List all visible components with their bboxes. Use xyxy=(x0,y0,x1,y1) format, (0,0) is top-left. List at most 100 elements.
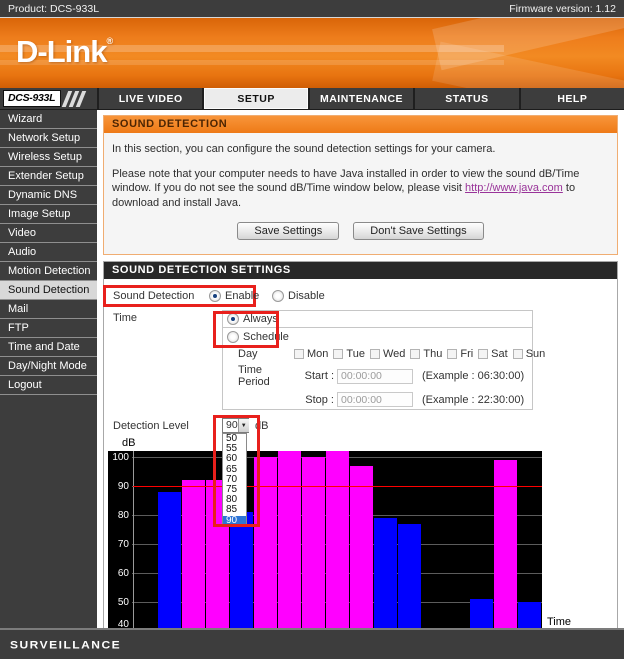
schedule-radio[interactable] xyxy=(227,331,239,343)
day-checkbox-wed[interactable] xyxy=(370,349,380,359)
tab-status[interactable]: STATUS xyxy=(413,88,518,109)
db-unit-label: dB xyxy=(255,418,268,432)
dlink-logo: D-Link® xyxy=(16,34,113,70)
schedule-label: Schedule xyxy=(243,331,289,343)
start-example: (Example : 06:30:00) xyxy=(422,370,524,382)
day-checkbox-tue[interactable] xyxy=(333,349,343,359)
bar-slot-15 xyxy=(494,451,518,628)
sidebar-item-extender-setup[interactable]: Extender Setup xyxy=(0,167,97,186)
day-checkbox-label: Tue xyxy=(346,348,365,360)
day-checkbox-mon[interactable] xyxy=(294,349,304,359)
day-item-mon: Mon xyxy=(294,348,328,360)
time-period-stop-row: Stop : (Example : 22:30:00) xyxy=(223,390,532,409)
day-item-thu: Thu xyxy=(410,348,442,360)
bar-slot-10 xyxy=(374,451,398,628)
bar-slot-13 xyxy=(446,451,470,628)
detection-level-dropdown: 505560657075808590 xyxy=(222,433,247,527)
sidebar-item-video[interactable]: Video xyxy=(0,224,97,243)
sidebar-item-ftp[interactable]: FTP xyxy=(0,319,97,338)
bar-slot-9 xyxy=(350,451,374,628)
bar-slot-14 xyxy=(470,451,494,628)
sidebar-item-time-and-date[interactable]: Time and Date xyxy=(0,338,97,357)
chart-bar xyxy=(278,451,301,628)
sidebar-item-image-setup[interactable]: Image Setup xyxy=(0,205,97,224)
sidebar: WizardNetwork SetupWireless SetupExtende… xyxy=(0,110,97,628)
chevron-down-icon[interactable]: ▼ xyxy=(238,419,249,432)
tab-maintenance[interactable]: MAINTENANCE xyxy=(308,88,413,109)
time-period-start-row: Time Period Start : (Example : 06:30:00) xyxy=(223,362,532,390)
main-area: WizardNetwork SetupWireless SetupExtende… xyxy=(0,110,624,628)
day-item-wed: Wed xyxy=(370,348,405,360)
detection-level-select[interactable]: 90 ▼ xyxy=(222,418,249,433)
bar-slot-0 xyxy=(134,451,158,628)
brand-banner: D-Link® xyxy=(0,18,624,88)
start-time-input[interactable] xyxy=(337,369,413,384)
sidebar-item-mail[interactable]: Mail xyxy=(0,300,97,319)
sound-detection-label: Sound Detection xyxy=(113,290,209,302)
stop-label: Stop : xyxy=(294,394,334,406)
sidebar-item-dynamic-dns[interactable]: Dynamic DNS xyxy=(0,186,97,205)
schedule-row: Schedule xyxy=(223,328,532,345)
detection-level-select-wrap: 90 ▼ 505560657075808590 xyxy=(222,418,249,433)
bar-slot-12 xyxy=(422,451,446,628)
sidebar-item-logout[interactable]: Logout xyxy=(0,376,97,395)
sidebar-item-audio[interactable]: Audio xyxy=(0,243,97,262)
day-checkbox-label: Sun xyxy=(526,348,546,360)
sidebar-item-sound-detection[interactable]: Sound Detection xyxy=(0,281,97,300)
detection-threshold-line xyxy=(133,486,542,487)
section-body: In this section, you can configure the s… xyxy=(104,133,617,254)
stop-time-input[interactable] xyxy=(337,392,413,407)
bar-slot-1 xyxy=(158,451,182,628)
sidebar-item-wizard[interactable]: Wizard xyxy=(0,110,97,129)
chart-bar xyxy=(398,524,421,628)
sidebar-item-motion-detection[interactable]: Motion Detection xyxy=(0,262,97,281)
ytick-label-90: 90 xyxy=(108,481,129,492)
sound-chart: 100908070605040 xyxy=(108,451,542,628)
chart-bars xyxy=(134,451,542,628)
ytick-label-60: 60 xyxy=(108,568,129,579)
tab-setup[interactable]: SETUP xyxy=(202,88,307,109)
day-item-fri: Fri xyxy=(447,348,473,360)
disable-radio[interactable] xyxy=(272,290,284,302)
chart-bar xyxy=(254,457,277,628)
always-radio[interactable] xyxy=(227,313,239,325)
firmware-label: Firmware version: 1.12 xyxy=(509,3,616,15)
ytick-label-50: 50 xyxy=(108,597,129,608)
day-checkbox-thu[interactable] xyxy=(410,349,420,359)
day-checkbox-fri[interactable] xyxy=(447,349,457,359)
chart-bar xyxy=(350,466,373,628)
section-sound-detection-settings: SOUND DETECTION SETTINGS Sound Detection… xyxy=(103,261,618,628)
dont-save-settings-button[interactable]: Don't Save Settings xyxy=(353,222,483,240)
day-checkbox-label: Mon xyxy=(307,348,328,360)
bar-slot-2 xyxy=(182,451,206,628)
day-checkbox-sat[interactable] xyxy=(478,349,488,359)
day-checkbox-label: Thu xyxy=(423,348,442,360)
chart-bar xyxy=(470,599,493,628)
surveillance-brand: SURVEILLANCE xyxy=(10,638,121,651)
ytick-label-40: 40 xyxy=(108,619,129,628)
tab-help[interactable]: HELP xyxy=(519,88,624,109)
day-checkbox-sun[interactable] xyxy=(513,349,523,359)
enable-radio[interactable] xyxy=(209,290,221,302)
day-list: Mon Tue Wed Thu Fri Sat Sun xyxy=(294,348,550,360)
stop-example: (Example : 22:30:00) xyxy=(422,394,524,406)
day-item-sat: Sat xyxy=(478,348,508,360)
settings-title: SOUND DETECTION SETTINGS xyxy=(104,262,617,279)
time-row: Time Always Schedule xyxy=(110,310,613,410)
section-title: SOUND DETECTION xyxy=(104,116,617,133)
day-checkbox-label: Sat xyxy=(491,348,508,360)
day-item-tue: Tue xyxy=(333,348,365,360)
sidebar-item-wireless-setup[interactable]: Wireless Setup xyxy=(0,148,97,167)
nav-bar: DCS-933L LIVE VIDEOSETUPMAINTENANCESTATU… xyxy=(0,88,624,110)
save-settings-button[interactable]: Save Settings xyxy=(237,222,339,240)
sidebar-item-network-setup[interactable]: Network Setup xyxy=(0,129,97,148)
sidebar-item-day-night-mode[interactable]: Day/Night Mode xyxy=(0,357,97,376)
intro-text: In this section, you can configure the s… xyxy=(112,142,609,157)
bar-slot-5 xyxy=(254,451,278,628)
day-checkbox-label: Fri xyxy=(460,348,473,360)
java-link[interactable]: http://www.java.com xyxy=(465,182,563,194)
detection-level-option-90[interactable]: 90 xyxy=(223,516,246,526)
model-badge: DCS-933L xyxy=(3,90,61,107)
chart-bar xyxy=(158,492,181,628)
tab-live-video[interactable]: LIVE VIDEO xyxy=(97,88,202,109)
